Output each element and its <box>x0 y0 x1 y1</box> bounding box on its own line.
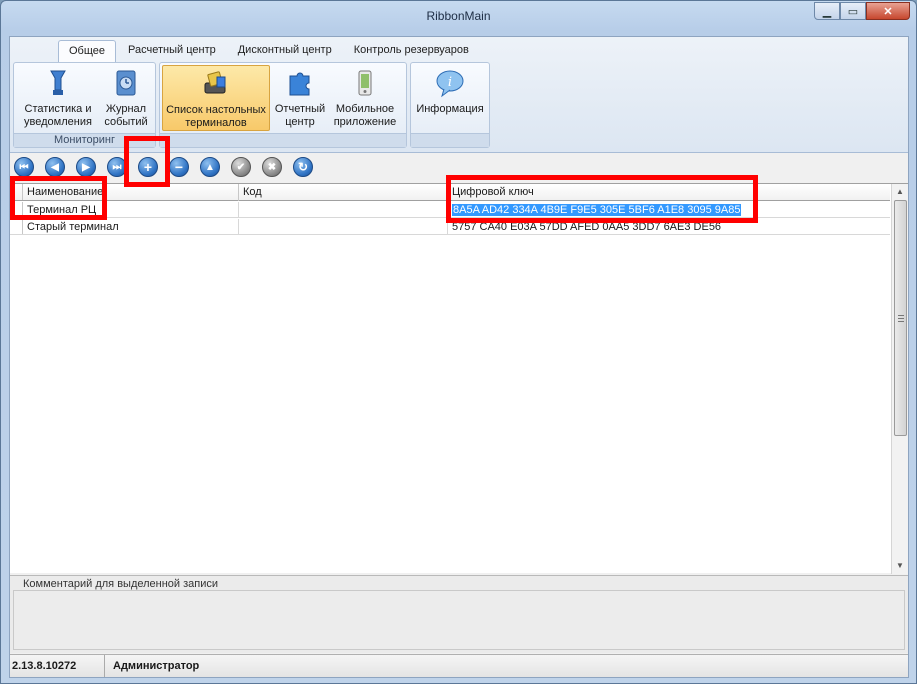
mobile-app-icon <box>348 67 382 99</box>
group-label-info <box>411 133 489 147</box>
report-center-button[interactable]: Отчетный центр <box>270 65 330 131</box>
mobile-app-label-2: приложение <box>333 116 397 128</box>
next-record-button[interactable]: ▶ <box>76 157 96 177</box>
mobile-app-button[interactable]: Мобильное приложение <box>330 65 400 131</box>
close-icon: ✕ <box>883 5 893 18</box>
window-title: RibbonMain <box>426 9 491 23</box>
prev-icon: ◀ <box>51 161 59 173</box>
minimize-icon: ▁ <box>822 5 832 18</box>
statistics-icon <box>41 67 75 99</box>
scroll-thumb[interactable] <box>894 200 907 436</box>
tab-tank-control[interactable]: Контроль резервуаров <box>344 40 479 62</box>
ribbon-group-info: i Информация <box>410 62 490 148</box>
close-button[interactable]: ✕ <box>866 2 910 20</box>
comment-field[interactable] <box>13 590 905 650</box>
statistics-button[interactable]: Статистика и уведомления <box>16 65 100 131</box>
prev-record-button[interactable]: ◀ <box>45 157 65 177</box>
current-user: Администратор <box>113 660 200 672</box>
first-record-button[interactable]: ⏮ <box>14 157 34 177</box>
tab-settlement-center[interactable]: Расчетный центр <box>118 40 226 62</box>
post-edit-button[interactable]: ✔ <box>231 157 251 177</box>
maximize-icon: ▭ <box>847 5 859 18</box>
terminal-list-label-2: терминалов <box>185 117 247 129</box>
event-log-label-2: событий <box>104 116 148 128</box>
refresh-icon: ↻ <box>297 160 309 174</box>
puzzle-icon <box>283 67 317 99</box>
tab-general[interactable]: Общее <box>58 40 117 62</box>
main-window: RibbonMain ▁ ▭ ✕ Общее Расчетный центр Д… <box>0 0 917 684</box>
row-indicator <box>10 219 23 234</box>
status-bar: 2.13.8.10272 Администратор <box>10 654 908 677</box>
event-log-button[interactable]: Журнал событий <box>100 65 152 131</box>
statistics-label-2: уведомления <box>24 116 92 128</box>
info-label: Информация <box>416 103 484 115</box>
cancel-icon: ✖ <box>267 161 277 173</box>
cell-code[interactable] <box>239 202 448 218</box>
svg-text:i: i <box>448 75 452 90</box>
minus-icon: − <box>174 159 184 175</box>
terminals-grid[interactable]: Наименование Код Цифровой ключ Терминал … <box>10 183 908 574</box>
highlight-name-column <box>10 176 107 220</box>
terminal-list-label-1: Список настольных <box>166 104 266 116</box>
minimize-button[interactable]: ▁ <box>814 2 840 20</box>
report-center-label-2: центр <box>285 116 315 128</box>
refresh-button[interactable]: ↻ <box>293 157 313 177</box>
title-bar[interactable]: RibbonMain ▁ ▭ ✕ <box>1 1 916 31</box>
mobile-app-label-1: Мобильное <box>335 103 395 115</box>
delete-record-button[interactable]: − <box>169 157 189 177</box>
grip-line <box>898 321 904 322</box>
edit-record-button[interactable]: ▲ <box>200 157 220 177</box>
check-icon: ✔ <box>236 161 246 173</box>
up-icon: ▲ <box>205 161 215 173</box>
statistics-label-1: Статистика и <box>24 103 92 115</box>
ribbon-tabs: Общее Расчетный центр Дисконтный центр К… <box>58 40 481 62</box>
first-icon: ⏮ <box>19 161 29 173</box>
report-center-label-1: Отчетный <box>274 103 326 115</box>
maximize-button[interactable]: ▭ <box>840 2 866 20</box>
highlight-key-cell <box>446 175 758 223</box>
vertical-scrollbar[interactable]: ▲ ▼ <box>891 184 908 574</box>
info-icon: i <box>433 67 467 99</box>
cell-code[interactable] <box>239 219 448 235</box>
event-log-icon <box>109 67 143 99</box>
next-icon: ▶ <box>82 161 90 173</box>
grip-line <box>898 318 904 319</box>
last-icon: ⏭ <box>112 161 122 173</box>
info-button[interactable]: i Информация <box>413 65 487 131</box>
ribbon-group-terminals: Список настольных терминалов Отчетный це… <box>159 62 407 148</box>
terminal-list-button[interactable]: Список настольных терминалов <box>162 65 270 131</box>
scroll-down-icon[interactable]: ▼ <box>894 559 906 573</box>
group-label-terminals <box>160 133 406 147</box>
cancel-edit-button[interactable]: ✖ <box>262 157 282 177</box>
cell-name[interactable]: Старый терминал <box>23 219 239 235</box>
client-area: Общее Расчетный центр Дисконтный центр К… <box>9 36 909 678</box>
event-log-label-1: Журнал <box>105 103 147 115</box>
comment-panel: Комментарий для выделенной записи <box>10 575 908 653</box>
highlight-add-button <box>124 136 170 187</box>
terminal-list-icon <box>199 68 233 100</box>
version-text: 2.13.8.10272 <box>10 655 105 677</box>
comment-label: Комментарий для выделенной записи <box>23 578 219 590</box>
scroll-up-icon[interactable]: ▲ <box>894 185 906 199</box>
tab-discount-center[interactable]: Дисконтный центр <box>228 40 342 62</box>
grip-icon <box>898 315 904 316</box>
column-header-code[interactable]: Код <box>239 184 448 201</box>
